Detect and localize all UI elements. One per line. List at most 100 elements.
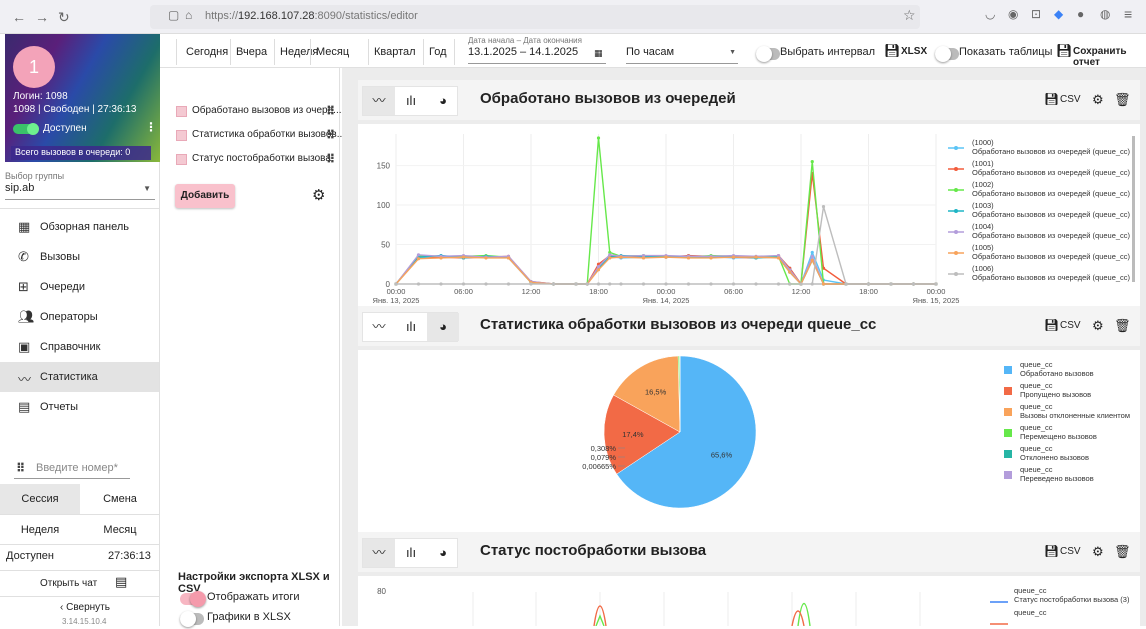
settings-icon[interactable]: ⚙ [1092, 92, 1104, 108]
sidebar-item-queue[interactable]: ⊞Очереди [0, 272, 159, 302]
data-point[interactable] [822, 205, 825, 208]
data-point[interactable] [586, 282, 589, 285]
data-point[interactable] [484, 282, 487, 285]
data-point[interactable] [608, 256, 611, 259]
data-point[interactable] [844, 282, 847, 285]
data-point[interactable] [934, 282, 937, 285]
data-point[interactable] [687, 256, 690, 259]
data-point[interactable] [788, 271, 791, 274]
more-icon[interactable]: ⋮ [145, 120, 157, 134]
data-point[interactable] [574, 282, 577, 285]
menu-icon[interactable]: ≡ [1124, 6, 1132, 22]
data-point[interactable] [507, 282, 510, 285]
widget-item[interactable]: Обработано вызовов из очере...⠿ [176, 104, 336, 120]
data-point[interactable] [597, 282, 600, 285]
period-button-0[interactable]: Сегодня [186, 46, 228, 58]
period-button-3[interactable]: Месяц [316, 46, 349, 58]
csv-button[interactable]: CSV [1060, 546, 1081, 557]
data-point[interactable] [597, 268, 600, 271]
sidebar-item-reports[interactable]: ▤Отчеты [0, 392, 159, 422]
settings-icon[interactable]: ⚙ [1092, 318, 1104, 334]
data-point[interactable] [439, 256, 442, 259]
line-chart-icon[interactable]: 〰 [363, 539, 395, 567]
bar-chart-icon[interactable]: ılı [395, 87, 427, 115]
account-icon[interactable]: ◉ [1008, 7, 1018, 21]
phone-input[interactable]: ⠿ Введите номер* [14, 459, 130, 479]
data-point[interactable] [732, 282, 735, 285]
data-point[interactable] [811, 259, 814, 262]
data-point[interactable] [867, 282, 870, 285]
widget-checkbox[interactable] [176, 106, 187, 117]
gear-icon[interactable]: ⚙ [312, 186, 325, 204]
data-point[interactable] [777, 282, 780, 285]
data-point[interactable] [811, 251, 814, 254]
data-point[interactable] [912, 282, 915, 285]
data-point[interactable] [608, 253, 611, 256]
series-line[interactable] [798, 604, 810, 627]
data-point[interactable] [754, 282, 757, 285]
period-button-4[interactable]: Квартал [374, 46, 416, 58]
pocket-icon[interactable]: ◡ [985, 7, 995, 21]
addon3-icon[interactable]: ◍ [1100, 7, 1110, 21]
forward-icon[interactable]: → [35, 9, 49, 25]
availability-toggle[interactable] [13, 124, 37, 134]
sidebar-item-phone[interactable]: ✆Вызовы [0, 242, 159, 272]
bar-chart-icon[interactable]: ılı [395, 539, 427, 567]
line-chart-icon[interactable]: 〰 [363, 313, 395, 341]
data-point[interactable] [709, 256, 712, 259]
avatar[interactable]: 1 [13, 46, 55, 88]
data-point[interactable] [619, 282, 622, 285]
pie-chart-icon[interactable]: ◕ [427, 87, 459, 115]
extensions-icon[interactable]: ⊡ [1031, 7, 1041, 21]
drag-handle-icon[interactable]: ⠿ [326, 152, 334, 166]
period-button-1[interactable]: Вчера [236, 46, 267, 58]
bar-chart-icon[interactable]: ılı [395, 313, 427, 341]
data-point[interactable] [619, 256, 622, 259]
data-point[interactable] [889, 282, 892, 285]
date-range-input[interactable]: 13.1.2025 – 14.1.2025 ▦ [468, 46, 606, 64]
widget-item[interactable]: Статистика обработки вызовов...⠿ [176, 128, 336, 144]
data-point[interactable] [507, 256, 510, 259]
csv-button[interactable]: CSV [1060, 94, 1081, 105]
addon2-icon[interactable]: ● [1077, 7, 1084, 21]
period-button-5[interactable]: Год [429, 46, 447, 58]
data-point[interactable] [822, 282, 825, 285]
show-totals-toggle[interactable] [180, 593, 204, 605]
data-point[interactable] [811, 160, 814, 163]
data-point[interactable] [608, 282, 611, 285]
open-chat-button[interactable]: Открыть чат ▤ [40, 577, 150, 595]
url-text[interactable]: https://192.168.107.28:8090/statistics/e… [205, 10, 418, 22]
shift-tab-label[interactable]: Смена [80, 493, 160, 505]
data-point[interactable] [462, 256, 465, 259]
period-button-2[interactable]: Неделя [280, 46, 318, 58]
csv-save-icon[interactable]: 💾︎ [1044, 544, 1059, 558]
data-point[interactable] [484, 256, 487, 259]
addon-icon[interactable]: ◆ [1054, 7, 1063, 21]
line-chart-icon[interactable]: 〰 [363, 87, 395, 115]
data-point[interactable] [394, 282, 397, 285]
data-point[interactable] [687, 282, 690, 285]
pie-chart-icon[interactable]: ◕ [427, 539, 459, 567]
xlsx-button[interactable]: XLSX [901, 46, 927, 57]
csv-save-icon[interactable]: 💾︎ [1044, 318, 1059, 332]
widget-checkbox[interactable] [176, 154, 187, 165]
week-label[interactable]: Неделя [0, 524, 80, 536]
data-point[interactable] [777, 256, 780, 259]
collapse-button[interactable]: ‹ Свернуть [60, 602, 110, 613]
delete-icon[interactable]: 🗑︎ [1114, 92, 1131, 108]
drag-handle-icon[interactable]: ⠿ [326, 104, 334, 118]
data-point[interactable] [709, 282, 712, 285]
data-point[interactable] [597, 136, 600, 139]
group-select[interactable]: sip.ab ▼ [5, 182, 155, 200]
granularity-select[interactable]: По часам ▼ [626, 46, 738, 64]
data-point[interactable] [642, 256, 645, 259]
data-point[interactable] [788, 282, 791, 285]
charts-xlsx-toggle[interactable] [180, 613, 204, 625]
data-point[interactable] [664, 282, 667, 285]
month-label[interactable]: Месяц [80, 524, 160, 536]
data-point[interactable] [754, 256, 757, 259]
sidebar-item-contacts[interactable]: ▣Справочник [0, 332, 159, 362]
data-point[interactable] [642, 282, 645, 285]
drag-handle-icon[interactable]: ⠿ [326, 128, 334, 142]
pie-chart-icon[interactable]: ◕ [427, 313, 459, 341]
